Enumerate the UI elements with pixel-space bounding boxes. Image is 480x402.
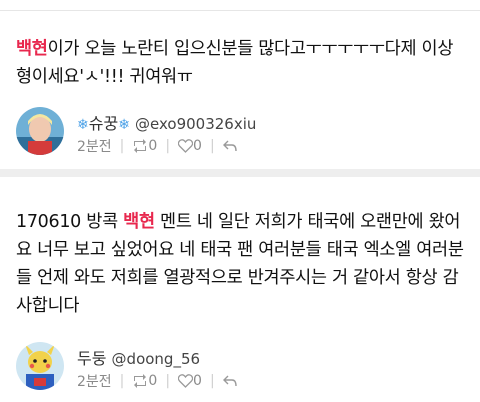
avatar[interactable] [16, 342, 64, 390]
separator: | [209, 373, 215, 389]
separator: | [119, 373, 125, 389]
tweet-meta: ❄슈꿍❄ @exo900326xiu 2분전 | 0 | 0 | [16, 107, 464, 163]
heart-icon [178, 374, 194, 388]
user-handle: @exo900326xiu [135, 115, 257, 133]
tweet-text: 170610 방콕 백현 멘트 네 일단 저희가 태국에 오랜만에 왔어요 너무… [16, 177, 464, 320]
avatar[interactable] [16, 107, 64, 155]
separator: | [165, 138, 171, 154]
snowflake-icon: ❄ [118, 117, 130, 133]
snowflake-icon: ❄ [77, 117, 89, 133]
retweet-count: 0 [148, 138, 158, 154]
reply-icon [222, 375, 237, 387]
separator: | [165, 373, 171, 389]
tweet-actions: 2분전 | 0 | 0 | [77, 136, 237, 156]
highlight-keyword[interactable]: 백현 [16, 39, 48, 59]
highlight-keyword[interactable]: 백현 [123, 212, 155, 232]
like-count: 0 [193, 138, 202, 154]
like-button[interactable]: 0 [178, 138, 202, 154]
like-count: 0 [193, 373, 202, 389]
tweet-text-prefix: 170610 방콕 [16, 212, 124, 232]
retweet-button[interactable]: 0 [132, 373, 157, 389]
heart-icon [178, 139, 194, 153]
timestamp: 2분전 [77, 374, 112, 390]
display-name: 슈꿍 [88, 114, 119, 133]
tweet-actions: 2분전 | 0 | 0 | [77, 371, 237, 391]
reply-icon [222, 140, 237, 152]
top-divider [0, 0, 480, 11]
user-line[interactable]: 두둥 @doong_56 [77, 345, 200, 369]
timestamp: 2분전 [77, 139, 112, 155]
user-handle: @doong_56 [111, 350, 201, 368]
like-button[interactable]: 0 [178, 373, 202, 389]
tweet-card[interactable]: 170610 방콕 백현 멘트 네 일단 저희가 태국에 오랜만에 왔어요 너무… [0, 177, 480, 402]
retweet-count: 0 [148, 373, 158, 389]
reply-button[interactable] [222, 140, 237, 152]
reply-button[interactable] [222, 375, 237, 387]
retweet-icon [134, 139, 147, 153]
retweet-icon [134, 374, 147, 388]
separator: | [119, 138, 125, 154]
tweet-meta: 두둥 @doong_56 2분전 | 0 | 0 | [16, 342, 464, 398]
tweet-text: 백현이가 오늘 노란티 입으신분들 많다고ㅜㅜㅜㅜㅜ다제 이상형이세요'ㅅ'!!… [16, 11, 464, 91]
display-name: 두둥 [77, 349, 107, 368]
user-line[interactable]: ❄슈꿍❄ @exo900326xiu [77, 110, 256, 134]
retweet-button[interactable]: 0 [132, 138, 157, 154]
tweet-text-body: 이가 오늘 노란티 입으신분들 많다고ㅜㅜㅜㅜㅜ다제 이상형이세요'ㅅ'!!! … [16, 39, 454, 87]
tweet-card[interactable]: 백현이가 오늘 노란티 입으신분들 많다고ㅜㅜㅜㅜㅜ다제 이상형이세요'ㅅ'!!… [0, 11, 480, 177]
separator: | [209, 138, 215, 154]
